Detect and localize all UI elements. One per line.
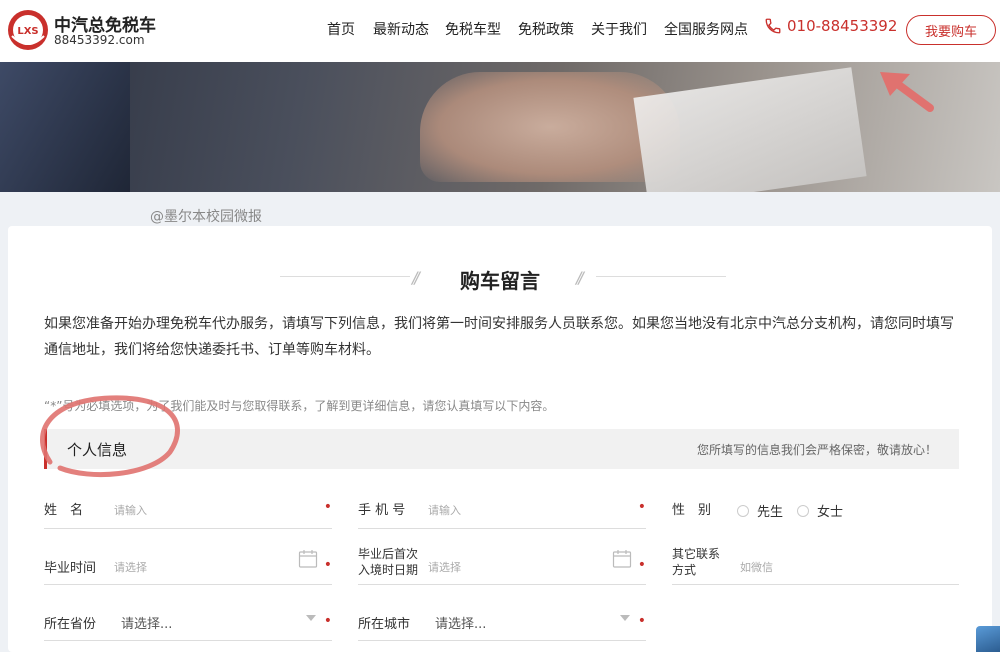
privacy-tip: 您所填写的信息我们会严格保密，敬请放心！	[696, 443, 937, 457]
annotation-arrow-icon	[880, 72, 934, 112]
province-select[interactable]: 所在省份 请选择... •	[44, 601, 332, 641]
title-divider-right	[596, 276, 726, 277]
graduation-label: 毕业时间	[44, 561, 97, 576]
entry-label-line2: 入境时日期	[358, 563, 419, 577]
name-label: 姓 名	[44, 503, 84, 518]
mobile-label: 手 机 号	[358, 503, 406, 518]
radio-circle-icon[interactable]	[737, 504, 749, 517]
name-input[interactable]: 请输入	[114, 502, 147, 518]
other-contact-label-line2: 方式	[672, 563, 697, 577]
chevron-down-icon[interactable]	[620, 615, 630, 621]
watermark-text: @墨尔本校园微报	[150, 209, 262, 225]
mobile-input[interactable]: 请输入	[428, 502, 461, 518]
annotation-circle-icon	[40, 395, 180, 478]
city-select[interactable]: 所在城市 请选择... •	[358, 601, 646, 641]
brand-url: 88453392.com	[54, 33, 145, 47]
required-mark: •	[323, 499, 332, 515]
buy-car-button[interactable]: 我要购车	[906, 15, 996, 45]
radio-circle-icon[interactable]	[797, 504, 809, 517]
city-label: 所在城市	[358, 617, 411, 632]
province-label: 所在省份	[44, 617, 97, 632]
gender-option-female: 女士	[817, 505, 844, 520]
other-contact-label-line1: 其它联系	[672, 547, 721, 561]
nav-home[interactable]: 首页	[327, 19, 355, 39]
graduation-input[interactable]: 请选择	[114, 559, 147, 575]
city-value[interactable]: 请选择...	[435, 613, 486, 632]
gender-radio-male[interactable]: 先生	[737, 501, 783, 520]
banner-sleeve	[0, 62, 130, 192]
hero-banner-image	[0, 62, 1000, 192]
province-value[interactable]: 请选择...	[121, 613, 172, 632]
required-mark: •	[323, 613, 332, 629]
graduation-date-field[interactable]: 毕业时间 请选择 •	[44, 545, 332, 585]
gender-option-male: 先生	[757, 505, 784, 520]
nav-about[interactable]: 关于我们	[591, 19, 647, 39]
entry-label-line1: 毕业后首次	[358, 547, 419, 561]
required-mark: •	[637, 613, 646, 629]
other-contact-input[interactable]: 如微信	[740, 559, 773, 575]
mobile-field[interactable]: 手 机 号 请输入 •	[358, 489, 646, 529]
title-deco-right: //	[576, 268, 584, 287]
nav-service-points[interactable]: 全国服务网点	[664, 19, 748, 39]
chat-avatar[interactable]	[976, 626, 1000, 652]
nav-policy[interactable]: 免税政策	[518, 19, 574, 39]
required-mark: •	[637, 499, 646, 515]
required-mark: •	[637, 557, 646, 573]
required-mark: •	[323, 557, 332, 573]
svg-text:LXS: LXS	[17, 26, 38, 37]
banner-paper	[633, 67, 867, 192]
nav-news[interactable]: 最新动态	[373, 19, 429, 39]
chevron-down-icon[interactable]	[306, 615, 316, 621]
brand-logo-icon[interactable]: LXS	[6, 8, 50, 52]
nav-models[interactable]: 免税车型	[445, 19, 501, 39]
phone-number: 010-88453392	[787, 17, 898, 35]
gender-radio-female[interactable]: 女士	[797, 501, 843, 520]
phone-contact[interactable]: 010-88453392	[764, 17, 897, 35]
site-header: LXS 中汽总免税车 88453392.com 首页 最新动态 免税车型 免税政…	[0, 0, 1000, 62]
intro-text: 如果您准备开始办理免税车代办服务，请填写下列信息，我们将第一时间安排服务人员联系…	[44, 316, 954, 358]
gender-label: 性 别	[672, 503, 712, 518]
entry-date-input[interactable]: 请选择	[428, 559, 461, 575]
calendar-icon[interactable]	[298, 549, 318, 569]
phone-icon	[765, 18, 781, 34]
name-field[interactable]: 姓 名 请输入 •	[44, 489, 332, 529]
page-title: 购车留言	[460, 269, 540, 293]
other-contact-field[interactable]: 其它联系 方式 如微信	[672, 545, 959, 585]
entry-date-field[interactable]: 毕业后首次 入境时日期 请选择 •	[358, 545, 646, 585]
calendar-icon[interactable]	[612, 549, 632, 569]
